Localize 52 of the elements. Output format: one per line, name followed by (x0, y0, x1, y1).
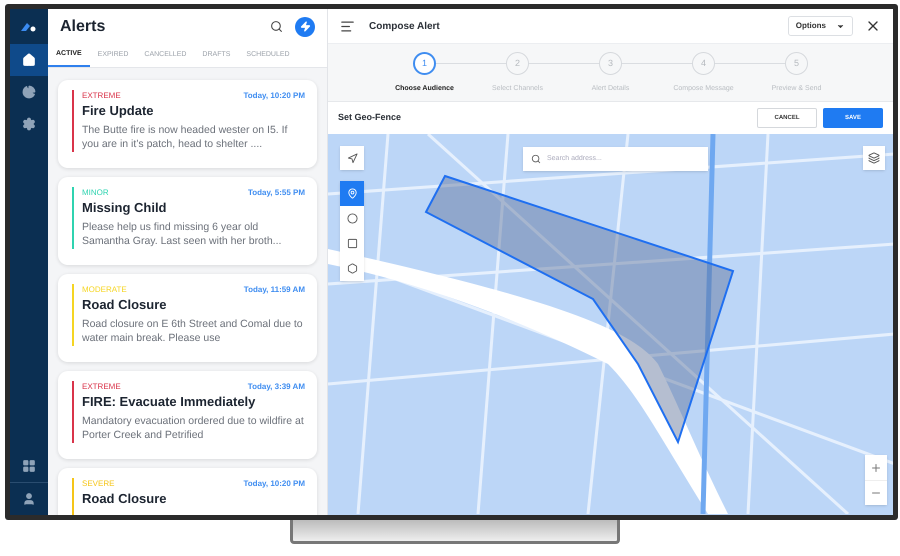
compose-title: Compose Alert (369, 20, 441, 34)
plus-icon (870, 462, 882, 474)
search-icon[interactable] (270, 20, 283, 33)
section-title: Set Geo-Fence (338, 111, 402, 124)
geofence-polygon[interactable] (424, 174, 734, 445)
alert-card[interactable]: SEVERE Today, 10:20 PM Road Closure (58, 468, 317, 515)
alert-message: Mandatory evacuation ordered due to wildfire at Porter Creek and Petrified (82, 414, 305, 442)
draw-tool-button[interactable] (340, 181, 364, 206)
home-icon (22, 53, 36, 67)
chart-icon (22, 85, 36, 99)
severity-label: MINOR (82, 187, 109, 199)
settings-icon (22, 117, 36, 131)
alert-title: Road Closure (82, 490, 168, 507)
polygon-icon (346, 263, 358, 274)
alert-title: Missing Child (82, 199, 168, 216)
search-icon (531, 154, 541, 164)
quick-alert-button[interactable] (295, 16, 315, 36)
logo-icon (21, 22, 37, 32)
severity-label: EXTREME (82, 90, 121, 102)
alert-card[interactable]: EXTREME Today, 3:39 AM FIRE: Evacuate Immediately Mandatory evacuation ordered due to wildfire at Porter Creek and Petrified (58, 371, 317, 459)
layers-icon (868, 152, 880, 164)
alert-time: Today, 3:39 AM (248, 381, 305, 393)
options-dropdown[interactable]: Options (788, 16, 853, 36)
alert-title: Fire Update (82, 102, 155, 119)
alert-title: FIRE: Evacuate Immediately (82, 393, 256, 410)
lightning-icon (300, 21, 310, 32)
alert-time: Today, 10:20 PM (244, 478, 305, 490)
navigation-arrow-icon (346, 152, 358, 164)
alert-message: The Butte fire is now headed wester on I5. If you are in it’s patch, head to shelter .... (82, 123, 288, 151)
severity-label: MODERATE (82, 284, 127, 296)
alert-message: Please help us find missing 6 year old Samantha Gray. Last seen with her broth... (82, 220, 282, 248)
alert-time: Today, 5:55 PM (248, 187, 305, 199)
menu-icon[interactable] (340, 18, 355, 34)
alert-time: Today, 11:59 AM (244, 284, 305, 296)
alert-message: Road closure on E 6th Street and Comal due to water main break. Please use (82, 317, 304, 345)
alert-card[interactable]: MINOR Today, 5:55 PM Missing Child Please help us find missing 6 year old Samantha Gray. Last seen with her broth... (58, 177, 317, 265)
alert-card[interactable]: EXTREME Today, 10:20 PM Fire Update The Butte fire is now headed wester on I5. If you are in it’s patch, head to shelter .... (58, 80, 317, 168)
severity-label: EXTREME (82, 381, 121, 393)
alert-title: Road Closure (82, 296, 168, 313)
sidebar-nav-item[interactable] (10, 44, 48, 76)
circle-icon (346, 213, 358, 224)
panel-title: Alerts (60, 16, 106, 36)
profile-icon (22, 492, 36, 506)
locate-button[interactable] (340, 146, 364, 170)
pin-icon (346, 188, 358, 199)
rectangle-icon (346, 238, 358, 249)
alert-card[interactable]: MODERATE Today, 11:59 AM Road Closure Road closure on E 6th Street and Comal due to water main break. Please use (58, 274, 317, 362)
apps-icon (22, 459, 36, 473)
layers-button[interactable] (863, 146, 885, 170)
step-number[interactable]: 1 (413, 52, 436, 75)
alert-time: Today, 10:20 PM (244, 90, 305, 102)
severity-label: SEVERE (82, 478, 114, 490)
